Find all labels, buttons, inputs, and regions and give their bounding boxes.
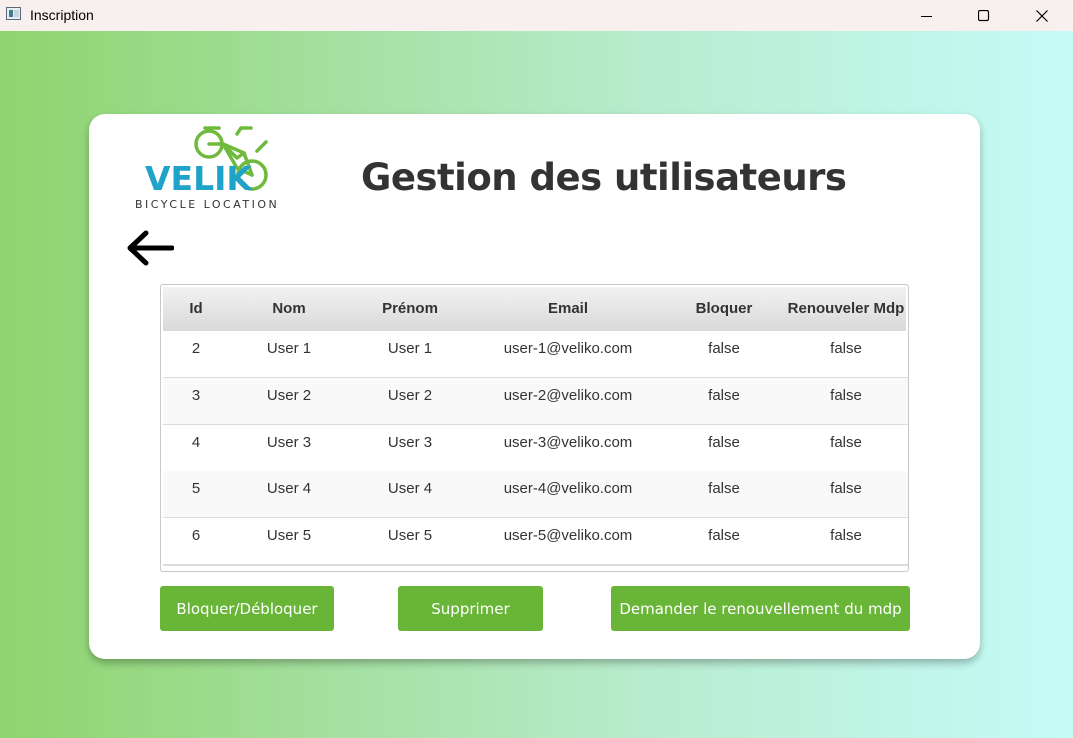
minimize-button[interactable] xyxy=(898,0,956,31)
cell-nom: User 4 xyxy=(266,480,312,497)
column-header-bloquer[interactable]: Bloquer xyxy=(665,287,783,331)
table-row[interactable]: 6 User 5 User 5 user-5@veliko.com false … xyxy=(163,518,908,566)
window-titlebar: Inscription xyxy=(0,0,1073,31)
column-header-prenom[interactable]: Prénom xyxy=(349,287,471,331)
cell-renouveler-mdp: false xyxy=(830,387,862,404)
brand-name: VELIK xyxy=(145,159,253,198)
cell-email: user-3@veliko.com xyxy=(503,434,633,451)
column-header-id[interactable]: Id xyxy=(163,287,229,331)
cell-bloquer: false xyxy=(708,480,740,497)
cell-email: user-1@veliko.com xyxy=(503,340,633,357)
cell-renouveler-mdp: false xyxy=(830,527,862,544)
column-header-nom[interactable]: Nom xyxy=(229,287,349,331)
cell-renouveler-mdp: false xyxy=(830,480,862,497)
table-header: Id Nom Prénom Email Bloquer Renouveler M… xyxy=(163,287,906,332)
cell-bloquer: false xyxy=(708,434,740,451)
column-header-renouveler-mdp[interactable]: Renouveler Mdp xyxy=(783,287,908,331)
users-table: Id Nom Prénom Email Bloquer Renouveler M… xyxy=(160,284,909,572)
cell-nom: User 2 xyxy=(266,387,312,404)
cell-id: 4 xyxy=(191,434,201,451)
window-title: Inscription xyxy=(30,7,94,23)
cell-renouveler-mdp: false xyxy=(830,434,862,451)
maximize-button[interactable] xyxy=(955,0,1013,31)
cell-email: user-5@veliko.com xyxy=(503,527,633,544)
table-row[interactable]: 3 User 2 User 2 user-2@veliko.com false … xyxy=(163,378,908,426)
cell-email: user-4@veliko.com xyxy=(503,480,633,497)
column-header-email[interactable]: Email xyxy=(471,287,665,331)
cell-nom: User 5 xyxy=(266,527,312,544)
cell-prenom: User 4 xyxy=(387,480,433,497)
cell-id: 5 xyxy=(191,480,201,497)
cell-prenom: User 3 xyxy=(387,434,433,451)
cell-prenom: User 1 xyxy=(387,340,433,357)
table-row[interactable]: 4 User 3 User 3 user-3@veliko.com false … xyxy=(163,425,908,473)
cell-bloquer: false xyxy=(708,340,740,357)
close-button[interactable] xyxy=(1013,0,1071,31)
table-row[interactable]: 2 User 1 User 1 user-1@veliko.com false … xyxy=(163,331,908,379)
block-unblock-button[interactable]: Bloquer/Débloquer xyxy=(160,586,334,631)
minimize-icon xyxy=(921,15,932,17)
request-password-renewal-button[interactable]: Demander le renouvellement du mdp xyxy=(611,586,910,631)
cell-bloquer: false xyxy=(708,527,740,544)
maximize-icon xyxy=(978,9,990,21)
back-arrow-icon[interactable] xyxy=(124,230,174,266)
cell-prenom: User 2 xyxy=(387,387,433,404)
cell-nom: User 1 xyxy=(266,340,312,357)
brand-tagline: BICYCLE LOCATION xyxy=(135,198,279,211)
cell-renouveler-mdp: false xyxy=(830,340,862,357)
cell-nom: User 3 xyxy=(266,434,312,451)
delete-button[interactable]: Supprimer xyxy=(398,586,543,631)
close-icon xyxy=(1036,9,1048,22)
velik-logo: VELIK BICYCLE LOCATION xyxy=(135,126,279,211)
cell-id: 6 xyxy=(191,527,201,544)
cell-bloquer: false xyxy=(708,387,740,404)
cell-prenom: User 5 xyxy=(387,527,433,544)
cell-email: user-2@veliko.com xyxy=(503,387,633,404)
cell-id: 2 xyxy=(191,340,201,357)
table-row[interactable]: 5 User 4 User 4 user-4@veliko.com false … xyxy=(163,471,908,519)
app-icon xyxy=(6,7,21,20)
page-title: Gestion des utilisateurs xyxy=(361,156,847,199)
cell-id: 3 xyxy=(191,387,201,404)
